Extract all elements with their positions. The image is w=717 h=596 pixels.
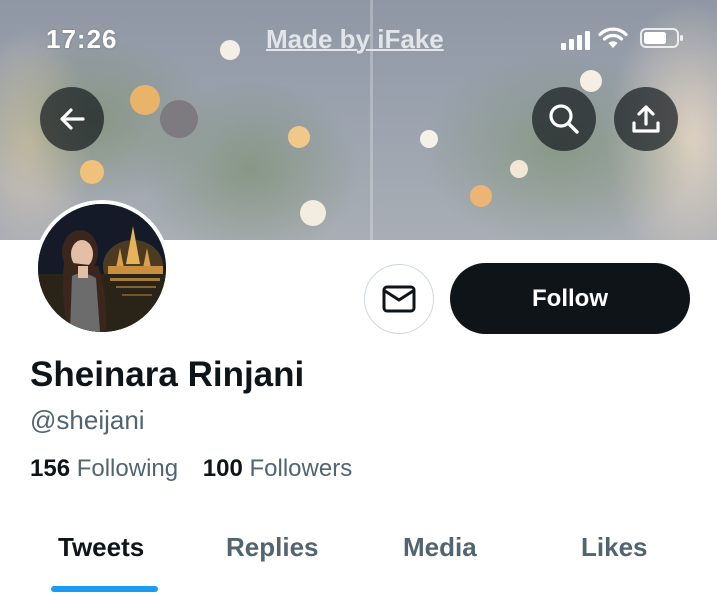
tab-replies[interactable]: Replies — [226, 532, 319, 563]
following-count: 156 — [30, 455, 71, 482]
share-button[interactable] — [614, 87, 678, 151]
search-button[interactable] — [532, 87, 596, 151]
banner-flower — [420, 130, 438, 148]
banner-flower — [470, 185, 492, 207]
avatar-illustration — [38, 204, 166, 332]
banner-flower — [288, 126, 310, 148]
profile-tabs: Tweets Replies Media Likes — [0, 520, 717, 596]
following-stat[interactable]: 156 Following — [30, 455, 178, 483]
profile-avatar[interactable] — [34, 200, 170, 336]
arrow-left-icon — [60, 108, 85, 130]
banner-flower — [510, 160, 528, 178]
banner-flower — [300, 200, 326, 226]
back-button[interactable] — [40, 87, 104, 151]
following-label: Following — [76, 455, 179, 482]
avatar-photo — [38, 204, 166, 332]
tab-likes[interactable]: Likes — [581, 532, 648, 563]
wifi-icon — [598, 27, 628, 48]
message-button[interactable] — [364, 264, 434, 334]
follow-stats: 156 Following 100 Followers — [30, 455, 352, 483]
status-time: 17:26 — [46, 24, 118, 54]
followers-label: Followers — [249, 455, 353, 482]
user-handle: @sheijani — [30, 405, 145, 435]
cellular-signal-icon — [561, 31, 590, 50]
active-tab-indicator — [51, 586, 158, 592]
followers-stat[interactable]: 100 Followers — [203, 455, 352, 483]
follow-button[interactable]: Follow — [450, 263, 690, 334]
display-name: Sheinara Rinjani — [30, 355, 305, 394]
banner-flower — [220, 40, 240, 60]
watermark-text: Made by iFake — [266, 24, 444, 54]
tab-media[interactable]: Media — [403, 532, 477, 563]
banner-flower — [130, 85, 160, 115]
followers-count: 100 — [202, 455, 243, 482]
banner-flower — [80, 160, 104, 184]
banner-flower — [160, 100, 198, 138]
search-icon — [549, 104, 579, 134]
banner-flower — [580, 70, 602, 92]
tab-tweets[interactable]: Tweets — [58, 532, 144, 563]
battery-icon — [640, 28, 683, 48]
share-upload-icon — [632, 105, 660, 133]
mail-icon — [382, 285, 416, 313]
